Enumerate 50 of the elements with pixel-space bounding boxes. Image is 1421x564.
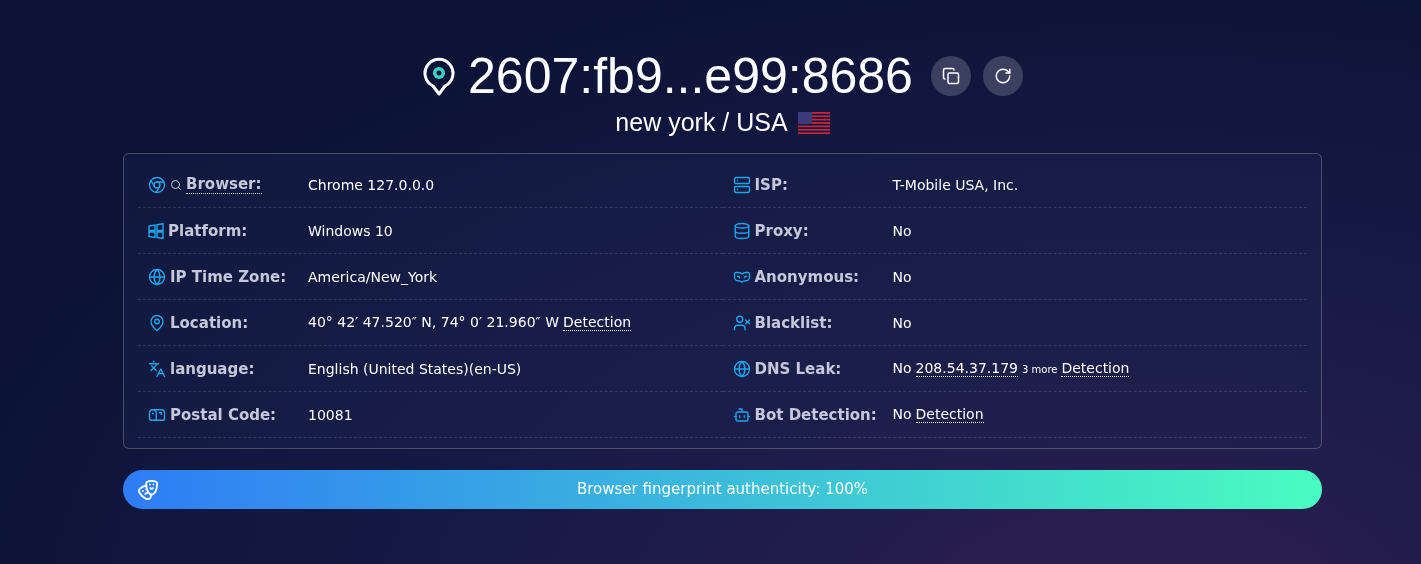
globe-icon [732,359,751,378]
translate-icon [148,359,166,378]
field-value: 10081 [308,406,353,423]
authenticity-text: Browser fingerprint authenticity: 100% [576,480,869,498]
field-value: No [892,360,912,376]
refresh-icon [993,67,1012,85]
search-icon[interactable] [170,178,182,191]
pin-icon [148,313,166,332]
field-value: 40° 42′ 47.520″ N, 74° 0′ 21.960″ W [308,314,560,330]
field-value: Chrome 127.0.0.0 [308,176,435,193]
field-label[interactable]: Browser: [186,175,262,194]
field-label: DNS Leak: [754,359,842,378]
flag-icon [797,111,830,134]
user-icon [732,313,751,332]
field-label: IP Time Zone: [170,267,287,286]
chrome-icon [148,175,166,194]
detection-link[interactable]: Detection [1061,360,1130,377]
copy-icon [941,67,960,85]
field-value: Windows 10 [308,222,393,239]
location-text: new york / USA [615,108,788,137]
field-label: Anonymous: [754,267,860,286]
detection-link[interactable]: Detection [563,314,632,331]
server-icon [732,175,751,194]
field-value: No [892,268,912,285]
field-value: No [892,314,912,331]
field-value: America/New_York [308,268,438,285]
robot-icon [732,405,751,424]
refresh-button[interactable] [982,56,1023,96]
field-label: Blacklist: [754,313,833,332]
field-label: Location: [170,313,249,332]
detection-link[interactable]: Detection [915,406,984,423]
location-pin-icon [422,56,457,96]
windows-icon [148,222,164,239]
ip-address: 2607:fb9...e99:8686 [468,48,913,104]
copy-button[interactable] [930,56,971,96]
field-label: Platform: [168,221,248,240]
field-value: No [892,406,912,422]
masks-icon [137,478,159,501]
field-label: ISP: [754,175,788,194]
field-value: English (United States)(en-US) [308,360,522,377]
field-label: language: [170,359,255,378]
field-value: No [892,222,912,239]
field-value: T-Mobile USA, Inc. [892,176,1019,193]
field-label: Proxy: [754,221,809,240]
field-label: Bot Detection: [754,405,877,424]
detection-link[interactable]: 208.54.37.179 [915,360,1018,377]
field-label: Postal Code: [170,405,277,424]
more-count[interactable]: 3 more [1022,364,1058,375]
globe-icon [148,267,166,286]
database-icon [732,221,751,240]
